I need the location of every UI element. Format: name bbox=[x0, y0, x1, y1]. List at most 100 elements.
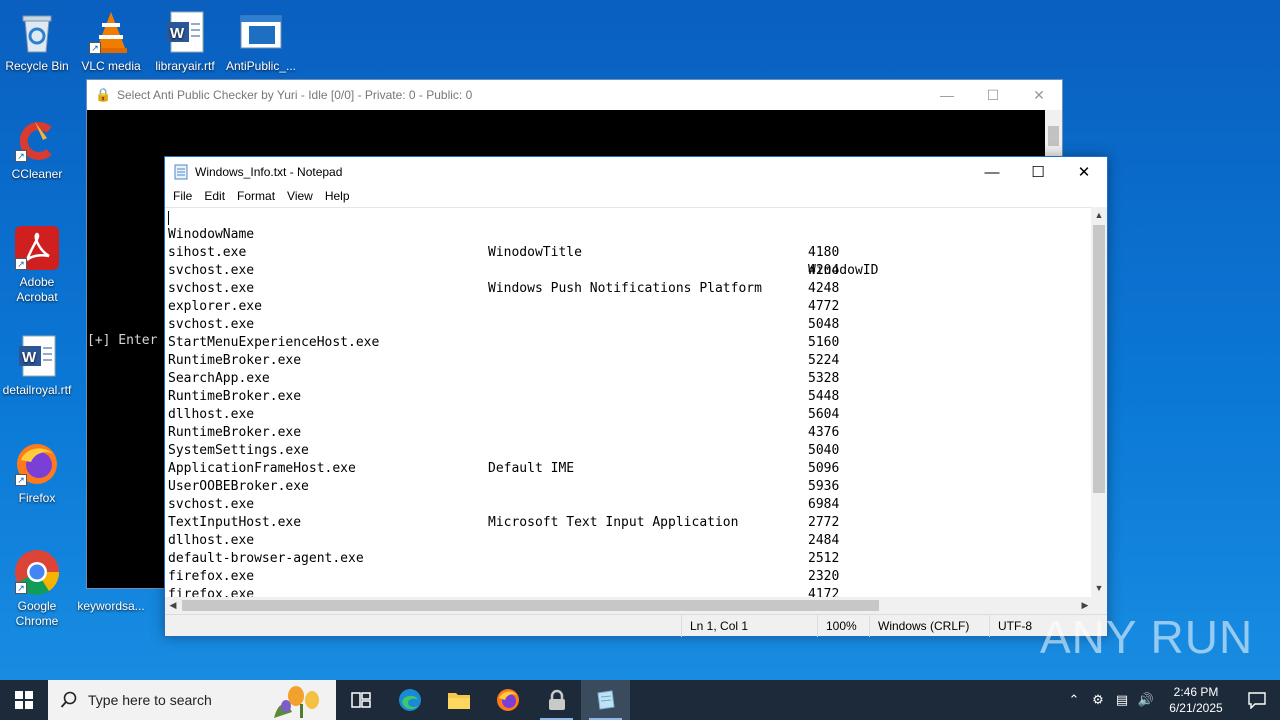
window-id: 4376 bbox=[808, 425, 840, 440]
process-name: explorer.exe bbox=[168, 299, 262, 314]
taskbar-anti-public-checker[interactable] bbox=[532, 680, 581, 720]
scroll-down-arrow-icon[interactable]: ▼ bbox=[1091, 580, 1107, 597]
clock[interactable]: 2:46 PM 6/21/2025 bbox=[1158, 684, 1234, 716]
minimize-button[interactable]: — bbox=[924, 87, 970, 103]
process-row: dllhost.exe 5604 bbox=[165, 406, 1093, 424]
word-document-icon: W bbox=[13, 332, 61, 380]
taskbar-search-box[interactable]: Type here to search bbox=[48, 680, 336, 720]
desktop-icon-google-chrome[interactable]: ↗ Google Chrome bbox=[0, 548, 74, 629]
menu-help[interactable]: Help bbox=[319, 187, 356, 207]
window-title: Microsoft Text Input Application bbox=[488, 515, 739, 530]
window-id: 5048 bbox=[808, 317, 840, 332]
status-zoom: 100% bbox=[817, 615, 869, 637]
notepad-window[interactable]: Windows_Info.txt - Notepad — ☐ ✕ File Ed… bbox=[164, 156, 1108, 637]
horizontal-scrollbar[interactable]: ◀ ▶ bbox=[165, 597, 1093, 614]
status-position: Ln 1, Col 1 bbox=[681, 615, 817, 637]
scroll-left-arrow-icon[interactable]: ◀ bbox=[165, 597, 181, 614]
anyrun-watermark: ANY RUN bbox=[1040, 611, 1254, 663]
desktop-icon-recycle-bin[interactable]: Recycle Bin bbox=[0, 8, 74, 74]
shortcut-arrow-icon: ↗ bbox=[15, 258, 27, 270]
taskbar-notepad[interactable] bbox=[581, 680, 630, 720]
process-row: firefox.exe 4172 bbox=[165, 586, 1093, 597]
svg-text:W: W bbox=[170, 25, 185, 42]
word-document-icon: W bbox=[161, 8, 209, 56]
text-editor-area[interactable]: WinodowName WinodowTitle WinodowID sihos… bbox=[165, 207, 1093, 597]
windows-logo-icon bbox=[15, 691, 33, 709]
system-tray: ⌃ ⚙ ▤ 🔊 2:46 PM 6/21/2025 bbox=[1062, 680, 1280, 720]
desktop-icon-label: Recycle Bin bbox=[5, 59, 69, 73]
process-row: svchost.exe 4204 bbox=[165, 262, 1093, 280]
close-button[interactable]: ✕ bbox=[1061, 157, 1107, 187]
window-id: 5040 bbox=[808, 443, 840, 458]
process-row: SystemSettings.exe 5040 bbox=[165, 442, 1093, 460]
scroll-thumb[interactable] bbox=[1093, 225, 1105, 493]
menu-edit[interactable]: Edit bbox=[198, 187, 231, 207]
window-id: 5160 bbox=[808, 335, 840, 350]
lock-icon: 🔒 bbox=[95, 87, 112, 102]
desktop-icon-label: Adobe Acrobat bbox=[16, 275, 58, 304]
console-title-bar[interactable]: 🔒 Select Anti Public Checker by Yuri - I… bbox=[87, 80, 1062, 110]
menu-file[interactable]: File bbox=[167, 187, 198, 207]
clock-date: 6/21/2025 bbox=[1169, 701, 1223, 715]
process-row: svchost.exe Windows Push Notifications Pl… bbox=[165, 280, 1093, 298]
notification-center-button[interactable] bbox=[1234, 680, 1280, 720]
window-id: 4204 bbox=[808, 263, 840, 278]
window-title: Default IME bbox=[488, 461, 575, 476]
process-row: RuntimeBroker.exe 4376 bbox=[165, 424, 1093, 442]
desktop-icon-label: VLC media bbox=[81, 59, 141, 73]
notepad-title-bar[interactable]: Windows_Info.txt - Notepad — ☐ ✕ bbox=[165, 157, 1107, 187]
process-name: sihost.exe bbox=[168, 245, 247, 260]
desktop-icon-adobe-acrobat[interactable]: ↗ Adobe Acrobat bbox=[0, 224, 74, 305]
process-name: dllhost.exe bbox=[168, 407, 255, 422]
window-id: 2512 bbox=[808, 551, 840, 566]
svg-text:W: W bbox=[22, 349, 37, 366]
shortcut-arrow-icon: ↗ bbox=[15, 150, 27, 162]
menu-bar: File Edit Format View Help bbox=[165, 187, 1107, 207]
maximize-button[interactable]: ☐ bbox=[1015, 157, 1061, 187]
process-list: sihost.exe 4180 svchost.exe 4204 svchost.exe… bbox=[165, 244, 1093, 597]
menu-view[interactable]: View bbox=[281, 187, 319, 207]
desktop-icon-firefox[interactable]: ↗ Firefox bbox=[0, 440, 74, 506]
desktop-icon-ccleaner[interactable]: ↗ CCleaner bbox=[0, 116, 74, 182]
desktop-icon-antipublic[interactable]: AntiPublic_... bbox=[224, 8, 298, 74]
process-name: ApplicationFrameHost.exe bbox=[168, 461, 356, 476]
desktop-icon-detailroyal[interactable]: W detailroyal.rtf bbox=[0, 332, 74, 398]
process-row: firefox.exe 2320 bbox=[165, 568, 1093, 586]
process-name: RuntimeBroker.exe bbox=[168, 389, 302, 404]
vertical-scrollbar[interactable]: ▲ ▼ bbox=[1091, 207, 1107, 597]
window-id: 2484 bbox=[808, 533, 840, 548]
volume-icon[interactable]: 🔊 bbox=[1134, 692, 1158, 708]
desktop-icon-vlc[interactable]: ↗ VLC media bbox=[74, 8, 148, 74]
process-name: svchost.exe bbox=[168, 263, 255, 278]
window-id: 5096 bbox=[808, 461, 840, 476]
security-icon[interactable]: ⚙ bbox=[1086, 692, 1110, 708]
start-button[interactable] bbox=[0, 680, 48, 720]
process-row: RuntimeBroker.exe 5448 bbox=[165, 388, 1093, 406]
window-id: 5224 bbox=[808, 353, 840, 368]
task-view-button[interactable] bbox=[336, 680, 385, 720]
network-icon[interactable]: ▤ bbox=[1110, 692, 1134, 708]
window-id: 5448 bbox=[808, 389, 840, 404]
scroll-thumb[interactable] bbox=[182, 600, 879, 611]
close-button[interactable]: ✕ bbox=[1016, 87, 1062, 104]
menu-format[interactable]: Format bbox=[231, 187, 281, 207]
recycle-bin-icon bbox=[13, 8, 61, 56]
firefox-icon bbox=[496, 689, 519, 711]
process-name: RuntimeBroker.exe bbox=[168, 353, 302, 368]
desktop-icon-libraryair[interactable]: W libraryair.rtf bbox=[148, 8, 222, 74]
scroll-thumb[interactable] bbox=[1048, 126, 1059, 146]
taskbar-file-explorer[interactable] bbox=[434, 680, 483, 720]
desktop-icon-label: Google Chrome bbox=[15, 599, 59, 628]
window-id: 5604 bbox=[808, 407, 840, 422]
firefox-icon: ↗ bbox=[13, 440, 61, 488]
console-scrollbar[interactable] bbox=[1045, 110, 1062, 158]
taskbar-firefox[interactable] bbox=[483, 680, 532, 720]
taskbar-edge[interactable] bbox=[385, 680, 434, 720]
process-name: SearchApp.exe bbox=[168, 371, 270, 386]
minimize-button[interactable]: — bbox=[969, 157, 1015, 187]
chevron-up-icon[interactable]: ⌃ bbox=[1062, 692, 1086, 708]
shortcut-arrow-icon: ↗ bbox=[89, 42, 101, 54]
scroll-up-arrow-icon[interactable]: ▲ bbox=[1091, 207, 1107, 224]
maximize-button[interactable]: ☐ bbox=[970, 87, 1016, 104]
